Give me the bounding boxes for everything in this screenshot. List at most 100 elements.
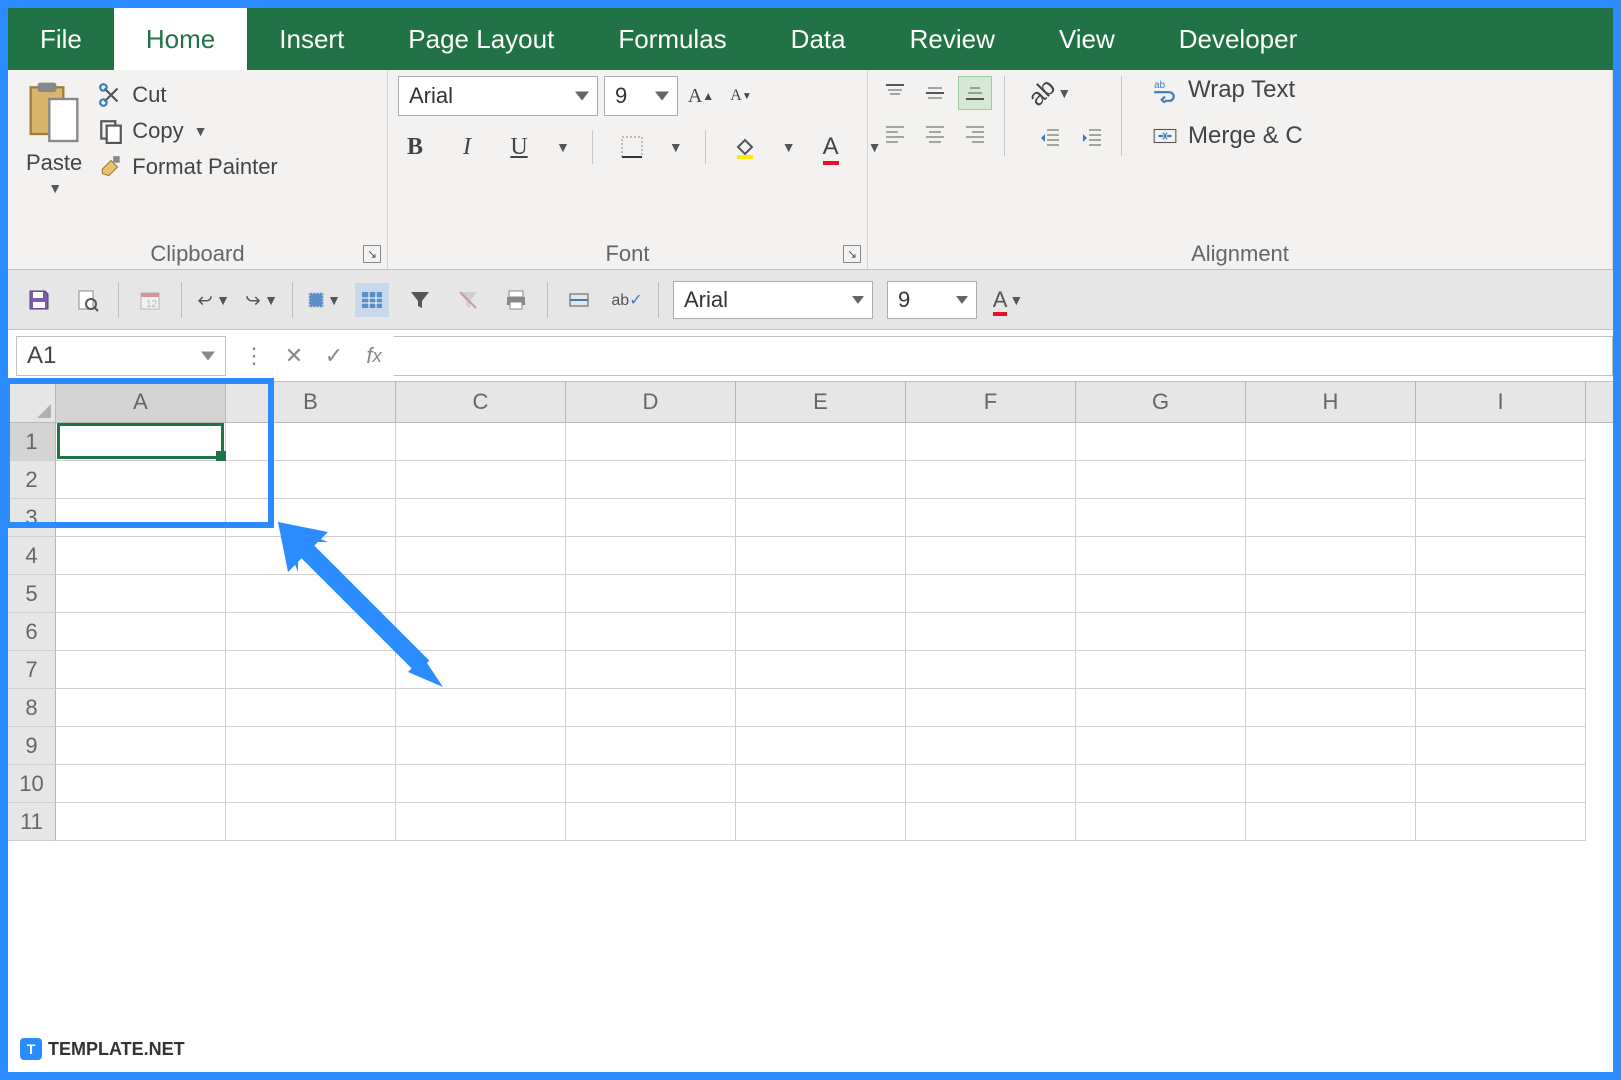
cell[interactable] [736, 727, 906, 765]
cell[interactable] [1246, 651, 1416, 689]
cell[interactable] [566, 765, 736, 803]
cell[interactable] [1246, 423, 1416, 461]
cell[interactable] [1076, 727, 1246, 765]
align-left-button[interactable] [878, 116, 912, 150]
increase-indent-button[interactable] [1075, 120, 1109, 154]
cell[interactable] [226, 689, 396, 727]
cell[interactable] [566, 461, 736, 499]
cell[interactable] [906, 803, 1076, 841]
cell[interactable] [226, 727, 396, 765]
cell[interactable] [736, 613, 906, 651]
cell[interactable] [396, 689, 566, 727]
cell[interactable] [1076, 803, 1246, 841]
cell[interactable] [736, 803, 906, 841]
font-name-select[interactable]: Arial [398, 76, 598, 116]
tab-view[interactable]: View [1027, 8, 1147, 70]
column-header-f[interactable]: F [906, 382, 1076, 422]
chevron-down-icon[interactable]: ▼ [669, 139, 683, 155]
cell[interactable] [1416, 575, 1586, 613]
cell[interactable] [906, 499, 1076, 537]
cell[interactable] [56, 765, 226, 803]
cell[interactable] [396, 423, 566, 461]
cancel-button[interactable]: ✕ [274, 343, 314, 369]
cell[interactable] [906, 575, 1076, 613]
save-button[interactable] [22, 283, 56, 317]
cell[interactable] [906, 613, 1076, 651]
font-launcher[interactable]: ↘ [843, 245, 861, 263]
cell[interactable] [396, 651, 566, 689]
wrap-text-button[interactable]: ab Wrap Text [1152, 76, 1303, 104]
cell[interactable] [56, 689, 226, 727]
cell[interactable] [906, 461, 1076, 499]
column-header-e[interactable]: E [736, 382, 906, 422]
row-header-3[interactable]: 3 [8, 499, 56, 537]
cell[interactable] [1246, 803, 1416, 841]
cell[interactable] [1076, 651, 1246, 689]
cell[interactable] [1076, 499, 1246, 537]
cell[interactable] [1416, 499, 1586, 537]
cell[interactable] [396, 765, 566, 803]
borders-button[interactable] [615, 130, 649, 164]
cell[interactable] [906, 651, 1076, 689]
formula-input[interactable] [394, 336, 1613, 376]
row-header-7[interactable]: 7 [8, 651, 56, 689]
column-header-h[interactable]: H [1246, 382, 1416, 422]
cell[interactable] [736, 575, 906, 613]
cell[interactable] [396, 613, 566, 651]
row-header-2[interactable]: 2 [8, 461, 56, 499]
cell[interactable] [396, 461, 566, 499]
cell[interactable] [1416, 727, 1586, 765]
cell[interactable] [56, 537, 226, 575]
tab-review[interactable]: Review [878, 8, 1027, 70]
row-header-1[interactable]: 1 [8, 423, 56, 461]
decrease-indent-button[interactable] [1033, 120, 1067, 154]
chevron-down-icon[interactable]: ▼ [556, 139, 570, 155]
cell[interactable] [566, 727, 736, 765]
cell[interactable] [1246, 499, 1416, 537]
cell[interactable] [566, 575, 736, 613]
cell[interactable] [736, 537, 906, 575]
redo-button[interactable]: ▼ [244, 283, 278, 317]
qat-font-name[interactable]: Arial [673, 281, 873, 319]
font-size-select[interactable]: 9 [604, 76, 678, 116]
underline-button[interactable]: U [502, 130, 536, 164]
cell[interactable] [56, 803, 226, 841]
tab-file[interactable]: File [8, 8, 114, 70]
freeze-button[interactable] [562, 283, 596, 317]
cell[interactable] [1076, 537, 1246, 575]
print-preview-button[interactable] [70, 283, 104, 317]
row-header-5[interactable]: 5 [8, 575, 56, 613]
cell[interactable] [56, 651, 226, 689]
qat-font-color-button[interactable]: A▼ [991, 283, 1025, 317]
cell[interactable] [736, 689, 906, 727]
cell[interactable] [1076, 461, 1246, 499]
name-box[interactable]: A1 [16, 336, 226, 376]
cell[interactable] [1416, 423, 1586, 461]
format-painter-button[interactable]: Format Painter [98, 154, 278, 180]
align-middle-button[interactable] [918, 76, 952, 110]
cell[interactable] [1246, 575, 1416, 613]
cell[interactable] [1416, 689, 1586, 727]
cell[interactable] [906, 727, 1076, 765]
fill-color-button[interactable] [728, 130, 762, 164]
cell[interactable] [566, 537, 736, 575]
cell[interactable] [56, 727, 226, 765]
cell[interactable] [1076, 423, 1246, 461]
qat-font-size[interactable]: 9 [887, 281, 977, 319]
cell[interactable] [906, 537, 1076, 575]
cell[interactable] [906, 423, 1076, 461]
cell[interactable] [1416, 765, 1586, 803]
cell[interactable] [736, 461, 906, 499]
cell[interactable] [1416, 613, 1586, 651]
cell[interactable] [226, 537, 396, 575]
cell[interactable] [1246, 689, 1416, 727]
cell[interactable] [1416, 537, 1586, 575]
cell[interactable] [56, 613, 226, 651]
select-all-corner[interactable] [8, 382, 56, 422]
copy-button[interactable]: Copy ▼ [98, 118, 278, 144]
table-button[interactable] [355, 283, 389, 317]
cell[interactable] [56, 499, 226, 537]
cell[interactable] [1076, 575, 1246, 613]
row-header-8[interactable]: 8 [8, 689, 56, 727]
cell[interactable] [906, 765, 1076, 803]
